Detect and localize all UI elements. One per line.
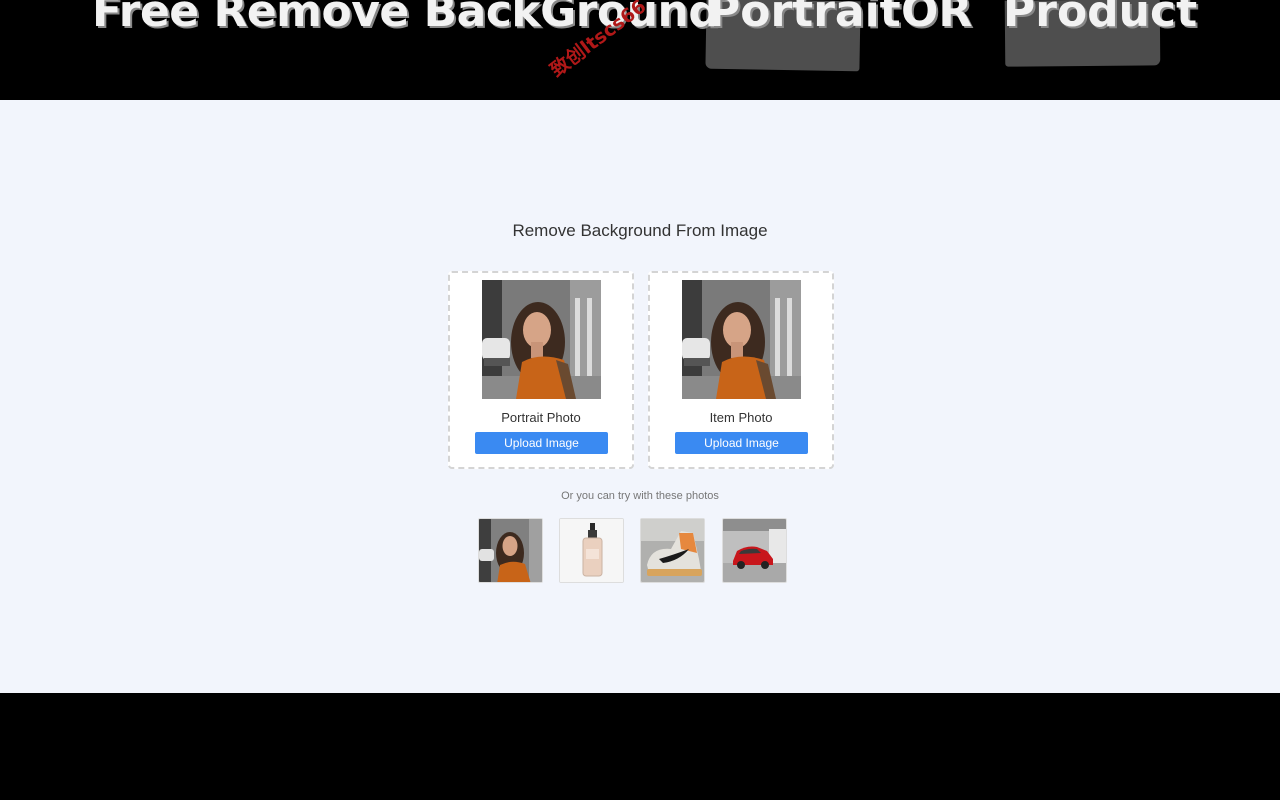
- card-label-portrait: Portrait Photo: [501, 410, 581, 425]
- portrait-sample-image: [482, 280, 601, 399]
- sample-thumb-cosmetic[interactable]: [559, 518, 624, 583]
- banner-word-or: OR: [901, 0, 973, 37]
- sneaker-thumb: [641, 519, 704, 582]
- portrait-sample-image: [682, 280, 801, 399]
- main-content: Remove Background From Image Portrait Ph…: [0, 100, 1280, 693]
- red-car-thumb: [723, 519, 786, 582]
- banner-word-portrait: Portrait: [708, 0, 901, 37]
- card-label-item: Item Photo: [709, 410, 773, 425]
- upload-image-button-item[interactable]: Upload Image: [675, 432, 808, 454]
- upload-card-item[interactable]: Item Photo Upload Image: [648, 271, 834, 469]
- sample-thumb-woman[interactable]: [478, 518, 543, 583]
- try-samples-caption: Or you can try with these photos: [561, 490, 719, 502]
- page: Free Remove BackGround Portrait OR Produ…: [0, 0, 1280, 800]
- cosmetic-bottle-thumb: [560, 519, 623, 582]
- banner-word-product: Product: [1003, 0, 1198, 37]
- woman-portrait-thumb: [479, 519, 542, 582]
- footer-band: [0, 693, 1280, 800]
- upload-card-portrait[interactable]: Portrait Photo Upload Image: [448, 271, 634, 469]
- sample-thumb-car[interactable]: [722, 518, 787, 583]
- page-heading: Remove Background From Image: [512, 221, 768, 240]
- upload-image-button-portrait[interactable]: Upload Image: [475, 432, 608, 454]
- sample-thumb-sneaker[interactable]: [640, 518, 705, 583]
